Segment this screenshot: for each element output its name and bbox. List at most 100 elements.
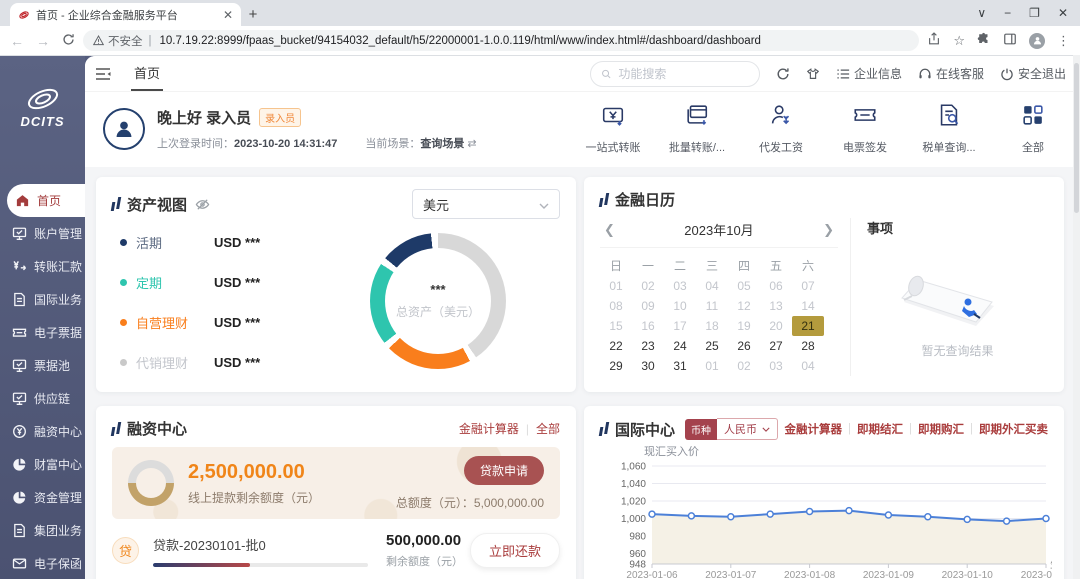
- sidebar-item-4[interactable]: 电子票据: [0, 316, 85, 349]
- calendar-day[interactable]: 01: [600, 276, 632, 296]
- split-screen-icon[interactable]: [1003, 32, 1017, 49]
- sidebar-item-0[interactable]: 首页: [7, 184, 85, 217]
- link-0[interactable]: 金融计算器: [459, 420, 519, 437]
- sidebar-item-label: 首页: [37, 192, 61, 209]
- calendar-day[interactable]: 02: [632, 276, 664, 296]
- sidebar-item-11[interactable]: 电子保函: [0, 547, 85, 579]
- calendar-day[interactable]: 03: [664, 276, 696, 296]
- calendar-day[interactable]: 08: [600, 296, 632, 316]
- sidebar-item-1[interactable]: 账户管理: [0, 217, 85, 250]
- reload-icon[interactable]: [62, 33, 75, 49]
- scene-switch-icon[interactable]: ⇄: [467, 138, 476, 150]
- calendar-day[interactable]: 23: [632, 336, 664, 356]
- intl-currency-select[interactable]: 人民币: [717, 418, 778, 440]
- calendar-day[interactable]: 01: [696, 356, 728, 376]
- calendar-day[interactable]: 28: [792, 336, 824, 356]
- theme-skin-icon[interactable]: [806, 67, 820, 81]
- topbar-link-1[interactable]: 在线客服: [918, 65, 984, 82]
- calendar-day[interactable]: 20: [760, 316, 792, 336]
- sidebar-item-5[interactable]: 票据池: [0, 349, 85, 382]
- quick-action-0[interactable]: 一站式转账: [584, 102, 642, 155]
- browser-menu-icon[interactable]: ⋮: [1057, 33, 1070, 49]
- tab-close-icon[interactable]: ✕: [223, 8, 233, 22]
- topbar-link-2[interactable]: 安全退出: [1000, 65, 1066, 82]
- calendar-day[interactable]: 02: [728, 356, 760, 376]
- new-tab-button[interactable]: +: [241, 3, 265, 26]
- calendar-day[interactable]: 14: [792, 296, 824, 316]
- calendar-day[interactable]: 17: [664, 316, 696, 336]
- calendar-day[interactable]: 05: [728, 276, 760, 296]
- share-icon[interactable]: [927, 32, 941, 49]
- topbar-link-0[interactable]: 企业信息: [836, 65, 902, 82]
- calendar-day[interactable]: 25: [696, 336, 728, 356]
- calendar-day[interactable]: 04: [696, 276, 728, 296]
- calendar-day[interactable]: 19: [728, 316, 760, 336]
- legend-label: 活期: [136, 233, 214, 252]
- menu-fold-icon[interactable]: [95, 67, 111, 81]
- calendar-day[interactable]: 09: [632, 296, 664, 316]
- calendar-day[interactable]: 03: [760, 356, 792, 376]
- loan-apply-button[interactable]: 贷款申请: [464, 456, 544, 485]
- sidebar-item-2[interactable]: 转账汇款: [0, 250, 85, 283]
- sidebar-item-8[interactable]: 财富中心: [0, 448, 85, 481]
- calendar-day[interactable]: 10: [664, 296, 696, 316]
- calendar-day[interactable]: 04: [792, 356, 824, 376]
- calendar-day[interactable]: 18: [696, 316, 728, 336]
- calendar-day[interactable]: 15: [600, 316, 632, 336]
- window-minimize-icon[interactable]: −: [1004, 6, 1011, 20]
- bookmark-star-icon[interactable]: ☆: [953, 33, 965, 49]
- doc-icon: [12, 292, 27, 307]
- chevron-down-icon[interactable]: ∨: [977, 6, 986, 20]
- back-icon[interactable]: ←: [10, 33, 24, 49]
- extensions-icon[interactable]: [977, 32, 991, 49]
- scrollbar-thumb[interactable]: [1074, 63, 1079, 213]
- calendar-next-icon[interactable]: ❯: [814, 222, 834, 238]
- refresh-icon[interactable]: [776, 67, 790, 81]
- calendar-day[interactable]: 27: [760, 336, 792, 356]
- quick-action-1[interactable]: 批量转账/...: [668, 102, 726, 155]
- calendar-day[interactable]: 29: [600, 356, 632, 376]
- calendar-day[interactable]: 31: [664, 356, 696, 376]
- link-2[interactable]: 即期购汇: [918, 421, 964, 437]
- search-input[interactable]: [616, 66, 749, 82]
- quick-action-4[interactable]: 税单查询...: [920, 102, 978, 155]
- sidebar-item-6[interactable]: 供应链: [0, 382, 85, 415]
- calendar-day[interactable]: 06: [760, 276, 792, 296]
- repay-now-button[interactable]: 立即还款: [470, 533, 560, 568]
- sidebar-item-9[interactable]: 资金管理: [0, 481, 85, 514]
- window-restore-icon[interactable]: ❐: [1029, 6, 1040, 20]
- svg-text:960: 960: [629, 549, 646, 560]
- calendar-day[interactable]: 07: [792, 276, 824, 296]
- calendar-day[interactable]: 13: [760, 296, 792, 316]
- quick-action-3[interactable]: 电票签发: [836, 102, 894, 155]
- link-0[interactable]: 金融计算器: [785, 421, 843, 437]
- sidebar-item-3[interactable]: 国际业务: [0, 283, 85, 316]
- link-1[interactable]: 即期结汇: [857, 421, 903, 437]
- sidebar-item-10[interactable]: 集团业务: [0, 514, 85, 547]
- sidebar-item-7[interactable]: 融资中心: [0, 415, 85, 448]
- user-avatar[interactable]: [103, 108, 145, 150]
- address-bar[interactable]: 不安全 | 10.7.19.22:8999/fpaas_bucket/94154…: [83, 30, 919, 51]
- calendar-day[interactable]: 12: [728, 296, 760, 316]
- link-1[interactable]: 全部: [536, 420, 560, 437]
- link-3[interactable]: 即期外汇买卖: [979, 421, 1048, 437]
- forward-icon[interactable]: →: [36, 33, 50, 49]
- calendar-day[interactable]: 24: [664, 336, 696, 356]
- legend-label: 定期: [136, 273, 214, 292]
- calendar-day[interactable]: 30: [632, 356, 664, 376]
- tab-home[interactable]: 首页: [131, 56, 163, 91]
- calendar-day[interactable]: 21: [792, 316, 824, 336]
- calendar-day[interactable]: 16: [632, 316, 664, 336]
- calendar-day[interactable]: 22: [600, 336, 632, 356]
- quick-action-5[interactable]: 全部: [1004, 102, 1062, 155]
- currency-select[interactable]: 美元: [412, 189, 560, 219]
- window-close-icon[interactable]: ✕: [1058, 6, 1068, 20]
- function-search[interactable]: [590, 61, 760, 87]
- calendar-day[interactable]: 26: [728, 336, 760, 356]
- calendar-day[interactable]: 11: [696, 296, 728, 316]
- browser-tab[interactable]: 首页 - 企业综合金融服务平台 ✕: [10, 3, 241, 26]
- calendar-prev-icon[interactable]: ❮: [604, 222, 624, 238]
- quick-action-2[interactable]: 代发工资: [752, 102, 810, 155]
- profile-avatar-icon[interactable]: [1029, 33, 1045, 49]
- eye-off-icon[interactable]: [195, 197, 210, 212]
